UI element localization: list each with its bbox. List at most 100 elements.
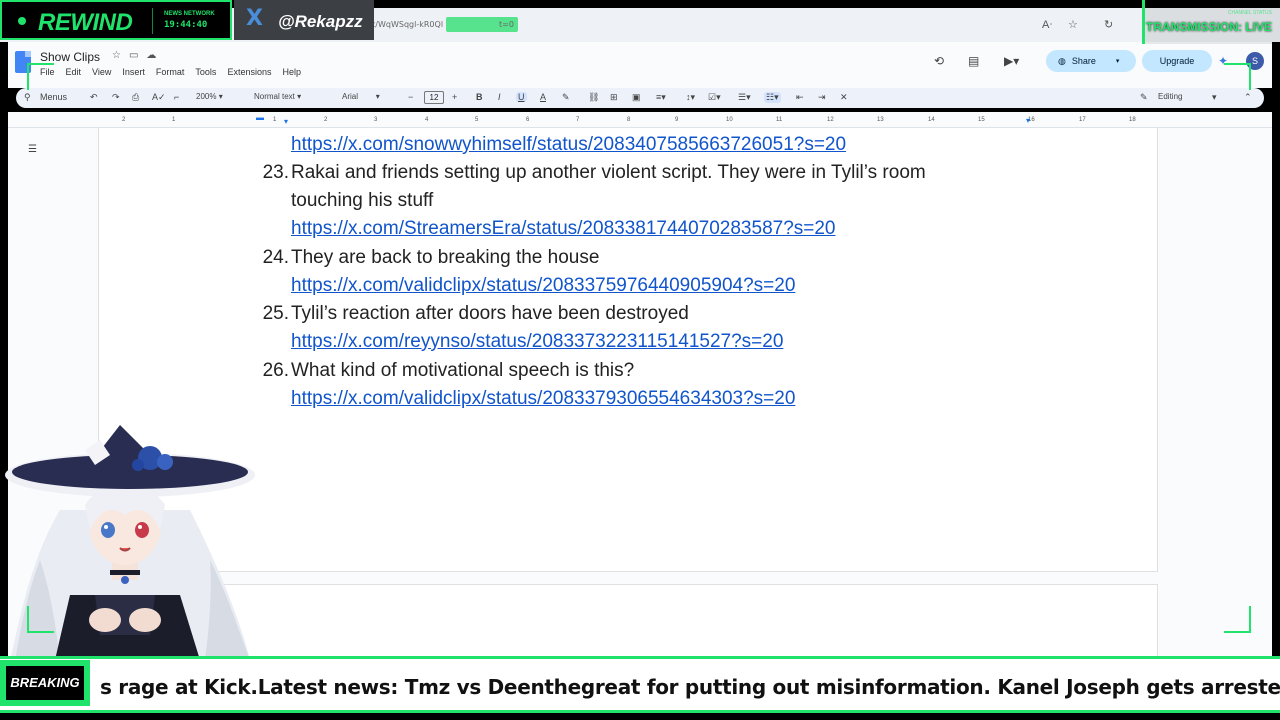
print-icon[interactable]: ⎙ (132, 92, 139, 103)
ruler-tick: 8 (627, 117, 631, 123)
increase-font-icon[interactable]: + (452, 92, 457, 102)
search-icon[interactable]: ⚲ (24, 92, 31, 103)
meet-icon[interactable]: ▶▾ (1004, 54, 1019, 68)
clip-link[interactable]: https://x.com/reyynso/status/20833732231… (291, 331, 783, 353)
star-icon[interactable]: ☆ (112, 50, 129, 61)
pencil-icon: ✎ (1140, 92, 1148, 102)
breaking-badge: BREAKING (0, 660, 90, 706)
mode-chevron-down-icon[interactable]: ▾ (1212, 92, 1217, 103)
move-folder-icon[interactable]: ▭ (129, 50, 146, 61)
menu-view[interactable]: View (92, 67, 111, 77)
underline-icon[interactable]: U (516, 92, 527, 102)
frame-bracket-icon (1224, 606, 1251, 633)
clip-link[interactable]: https://x.com/validclipx/status/20833793… (291, 388, 795, 410)
upgrade-button[interactable]: Upgrade (1142, 50, 1212, 72)
clip-link[interactable]: https://x.com/StreamersEra/status/208338… (291, 218, 836, 240)
left-margin-marker-icon[interactable]: ▾ (284, 117, 288, 126)
clock: 19:44:40 (164, 20, 208, 30)
undo-icon[interactable]: ↶ (90, 92, 98, 103)
link-icon[interactable]: ⛓ (588, 92, 599, 103)
highlight-icon[interactable]: ✎ (562, 92, 570, 103)
document-outline-icon[interactable]: ☰ (28, 144, 37, 155)
collapse-toolbar-icon[interactable]: ⌃ (1244, 92, 1252, 103)
spellcheck-icon[interactable]: A✓ (152, 92, 166, 103)
version-history-icon[interactable]: ⟲ (934, 54, 944, 68)
bulleted-list-icon[interactable]: ☰▾ (738, 92, 751, 103)
social-handle-badge: X @Rekapzz (234, 0, 374, 40)
formatting-toolbar: ⚲ Menus ↶ ↷ ⎙ A✓ ⌐ 200% ▾ Normal text ▾ … (16, 88, 1264, 108)
font-select[interactable]: Arial ▾ (342, 92, 380, 101)
ruler-tick: 9 (675, 117, 679, 123)
editing-mode-select[interactable]: Editing (1158, 92, 1182, 101)
list-number: 25. (262, 303, 289, 324)
ruler-tick: 18 (1129, 117, 1136, 123)
docs-header: Show Clips ☆▭☁ File Edit View Insert For… (8, 42, 1272, 88)
menu-tools[interactable]: Tools (195, 67, 216, 77)
paint-format-icon[interactable]: ⌐ (174, 92, 179, 102)
ticker-text: s rage at Kick.Latest news: Tmz vs Deent… (100, 675, 1280, 699)
ruler-tick: 4 (425, 117, 429, 123)
menu-edit[interactable]: Edit (66, 67, 82, 77)
ruler-tick: 12 (827, 117, 834, 123)
ruler-tick: 6 (526, 117, 530, 123)
cloud-status-icon[interactable]: ☁ (146, 50, 164, 61)
text-color-icon[interactable]: A (540, 92, 546, 102)
transmission-status: CHANNEL STATUS TRANSMISSION: LIVE (1142, 0, 1280, 44)
font-size-input[interactable]: 12 (424, 91, 444, 104)
line-spacing-icon[interactable]: ↕▾ (686, 92, 695, 103)
image-icon[interactable]: ▣ (632, 92, 641, 103)
share-dropdown-icon[interactable]: ▾ (1116, 57, 1120, 65)
bold-icon[interactable]: B (476, 92, 483, 102)
star-icon[interactable]: ☆ (1068, 18, 1078, 31)
ruler-tick: 11 (776, 117, 783, 123)
ruler-tick: 7 (576, 117, 580, 123)
comment-icon[interactable]: ⊞ (610, 92, 618, 103)
share-button[interactable]: ◍ Share ▾ (1046, 50, 1136, 72)
ruler-tick: 14 (928, 117, 935, 123)
divider (152, 8, 153, 34)
indent-marker-icon[interactable]: ▬ (256, 113, 264, 122)
style-select[interactable]: Normal text ▾ (254, 92, 301, 101)
menu-help[interactable]: Help (282, 67, 301, 77)
clip-link[interactable]: https://x.com/validclipx/status/20833759… (291, 275, 795, 297)
checklist-icon[interactable]: ☑▾ (708, 92, 721, 103)
italic-icon[interactable]: I (498, 92, 501, 102)
redo-icon[interactable]: ↷ (112, 92, 120, 103)
ruler-tick: 2 (324, 117, 328, 123)
ruler-tick: 5 (475, 117, 479, 123)
globe-icon: ◍ (1058, 55, 1066, 66)
increase-indent-icon[interactable]: ⇥ (818, 92, 826, 103)
comments-icon[interactable]: ▤ (968, 54, 979, 68)
menu-format[interactable]: Format (156, 67, 185, 77)
clear-formatting-icon[interactable]: ✕ (840, 92, 848, 103)
decrease-font-icon[interactable]: − (408, 92, 413, 102)
menu-extensions[interactable]: Extensions (227, 67, 271, 77)
search-menus-input[interactable]: Menus (40, 92, 67, 102)
read-aloud-icon[interactable]: Aᐧ (1042, 18, 1052, 31)
url-text[interactable]: st/WqWSqgl-kR0Ql t=0 (368, 20, 514, 29)
social-handle: @Rekapzz (278, 12, 363, 31)
ruler-tick: 15 (978, 117, 985, 123)
ruler-tick: 2 (122, 117, 126, 123)
title-actions: ☆▭☁ (112, 50, 164, 61)
frame-bracket-icon (1224, 63, 1251, 90)
list-item-text: They are back to breaking the house (291, 247, 600, 268)
menu-insert[interactable]: Insert (122, 67, 145, 77)
ruler[interactable]: 2 1 1 2 3 4 5 6 7 8 9 10 11 12 13 14 15 … (8, 112, 1272, 128)
zoom-select[interactable]: 200% ▾ (196, 92, 223, 101)
channel-status-label: CHANNEL STATUS (1227, 10, 1272, 16)
refresh-icon[interactable]: ↻ (1104, 18, 1113, 31)
list-number: 24. (262, 247, 289, 268)
list-number: 23. (262, 162, 289, 183)
align-icon[interactable]: ≡▾ (656, 92, 666, 103)
x-logo-icon: X (246, 6, 263, 31)
ruler-tick: 3 (374, 117, 378, 123)
right-margin-marker-icon[interactable]: ▾ (1026, 116, 1030, 125)
clip-link[interactable]: https://x.com/snowwyhimself/status/20834… (291, 134, 846, 156)
numbered-list-icon[interactable]: ☷▾ (764, 92, 781, 103)
decrease-indent-icon[interactable]: ⇤ (796, 92, 804, 103)
ruler-tick: 10 (726, 117, 733, 123)
network-label: NEWS NETWORK (164, 11, 215, 17)
rewind-title: REWIND (38, 9, 133, 36)
ruler-tick: 1 (172, 117, 176, 123)
